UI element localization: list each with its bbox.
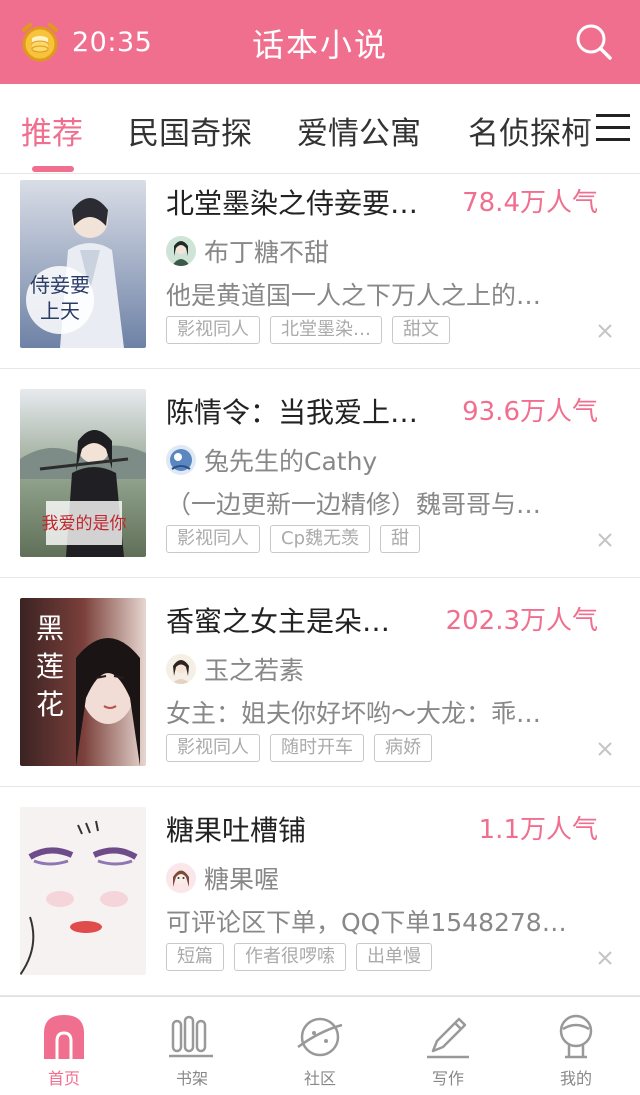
nav-label: 书架: [175, 1069, 208, 1088]
pencil-icon: [423, 1011, 473, 1061]
author-name: 糖果喔: [204, 865, 280, 894]
dismiss-icon[interactable]: [596, 322, 614, 340]
book-card[interactable]: 我爱的是你 陈情令：当我爱上… 93.6万人气 兔先生的Cathy （一边更新一…: [0, 369, 640, 578]
author-row[interactable]: 玉之若素: [166, 652, 304, 686]
active-tab-indicator: [32, 166, 74, 172]
book-cover[interactable]: 我爱的是你: [20, 389, 146, 557]
tag[interactable]: 影视同人: [166, 734, 260, 762]
cover-title-line3: 花: [36, 688, 64, 721]
planet-icon: [295, 1011, 345, 1061]
tag[interactable]: 北堂墨染…: [270, 316, 382, 344]
home-icon: [39, 1011, 89, 1061]
author-avatar: [166, 445, 196, 475]
book-description: 他是黄道国一人之下万人之上的…: [166, 281, 542, 310]
author-name: 玉之若素: [204, 656, 305, 685]
cover-title-line2: 莲: [36, 650, 64, 683]
app-title: 话本小说: [251, 26, 388, 64]
book-popularity: 78.4万人气: [462, 188, 598, 218]
book-feed: 侍妾要 上天 北堂墨染之侍妾要… 78.4万人气 布丁糖不甜 他是黄道国一人之下…: [0, 174, 640, 996]
cover-title-line2: 上天: [40, 299, 80, 323]
tab-recommend[interactable]: 推荐: [21, 108, 83, 153]
book-description: （一边更新一边精修）魏哥哥与…: [166, 490, 542, 519]
book-popularity: 93.6万人气: [462, 397, 598, 427]
book-title[interactable]: 香蜜之女主是朵…: [166, 600, 451, 640]
book-title[interactable]: 糖果吐槽铺: [166, 809, 451, 849]
tag-list: 短篇 作者很啰嗦 出单慢: [166, 943, 432, 971]
author-avatar: [166, 863, 196, 893]
book-popularity: 1.1万人气: [478, 815, 598, 845]
category-tabs: 推荐 民国奇探 爱情公寓 名侦探柯: [0, 84, 640, 174]
dismiss-icon[interactable]: [596, 740, 614, 758]
nav-write[interactable]: 写作: [384, 997, 512, 1095]
tag[interactable]: 病娇: [374, 734, 432, 762]
bookshelf-icon: [167, 1011, 217, 1061]
tab-mingzhentan[interactable]: 名侦探柯: [468, 108, 592, 153]
nav-label: 首页: [47, 1069, 80, 1088]
tag[interactable]: 甜: [380, 525, 420, 553]
top-header: 20:35 话本小说: [0, 0, 640, 84]
book-card[interactable]: 糖果吐槽铺 1.1万人气 糖果喔 可评论区下单，QQ下单1548278… 短篇 …: [0, 787, 640, 996]
author-row[interactable]: 兔先生的Cathy: [166, 443, 377, 477]
tag[interactable]: Cp魏无羡: [270, 525, 370, 553]
tab-aiqing-gongyu[interactable]: 爱情公寓: [297, 108, 421, 153]
cover-title: 我爱的是你: [42, 514, 127, 534]
book-title[interactable]: 北堂墨染之侍妾要…: [166, 182, 451, 222]
tag[interactable]: 作者很啰嗦: [234, 943, 346, 971]
book-description: 女主：姐夫你好坏哟～大龙：乖…: [166, 699, 542, 728]
author-row[interactable]: 布丁糖不甜: [166, 234, 329, 268]
tag[interactable]: 甜文: [392, 316, 450, 344]
tag[interactable]: 出单慢: [356, 943, 432, 971]
book-cover[interactable]: 黑 莲 花: [20, 598, 146, 766]
nav-label: 我的: [559, 1069, 592, 1088]
nav-community[interactable]: 社区: [256, 997, 384, 1095]
book-card[interactable]: 黑 莲 花 香蜜之女主是朵… 202.3万人气 玉之若素 女主：姐夫你好坏哟～大…: [0, 578, 640, 787]
nav-home[interactable]: 首页: [0, 997, 128, 1095]
tag[interactable]: 影视同人: [166, 316, 260, 344]
nav-label: 写作: [431, 1069, 464, 1088]
tag-list: 影视同人 随时开车 病娇: [166, 734, 432, 762]
author-name: 布丁糖不甜: [204, 238, 330, 267]
book-title[interactable]: 陈情令：当我爱上…: [166, 391, 451, 431]
book-description: 可评论区下单，QQ下单1548278…: [166, 908, 567, 937]
author-name: 兔先生的Cathy: [204, 447, 378, 476]
author-row[interactable]: 糖果喔: [166, 861, 279, 895]
tag-list: 影视同人 Cp魏无羡 甜: [166, 525, 420, 553]
nav-label: 社区: [303, 1069, 336, 1088]
dismiss-icon[interactable]: [596, 531, 614, 549]
tag[interactable]: 随时开车: [270, 734, 364, 762]
tag[interactable]: 短篇: [166, 943, 224, 971]
cover-title-line1: 侍妾要: [30, 273, 90, 297]
dismiss-icon[interactable]: [596, 949, 614, 967]
nav-profile[interactable]: 我的: [512, 997, 640, 1095]
book-cover[interactable]: [20, 807, 146, 975]
menu-icon[interactable]: [596, 114, 630, 142]
bottom-nav: 首页 书架 社区 写作 我的: [0, 996, 640, 1095]
book-card[interactable]: 侍妾要 上天 北堂墨染之侍妾要… 78.4万人气 布丁糖不甜 他是黄道国一人之下…: [0, 174, 640, 369]
search-icon[interactable]: [574, 22, 614, 62]
nav-bookshelf[interactable]: 书架: [128, 997, 256, 1095]
author-avatar: [166, 236, 196, 266]
author-avatar: [166, 654, 196, 684]
tag-list: 影视同人 北堂墨染… 甜文: [166, 316, 450, 344]
profile-icon: [551, 1011, 601, 1061]
book-popularity: 202.3万人气: [445, 606, 598, 636]
cover-title-line1: 黑: [36, 612, 64, 645]
tag[interactable]: 影视同人: [166, 525, 260, 553]
tab-minguo-qitan[interactable]: 民国奇探: [128, 108, 252, 153]
book-cover[interactable]: 侍妾要 上天: [20, 180, 146, 348]
